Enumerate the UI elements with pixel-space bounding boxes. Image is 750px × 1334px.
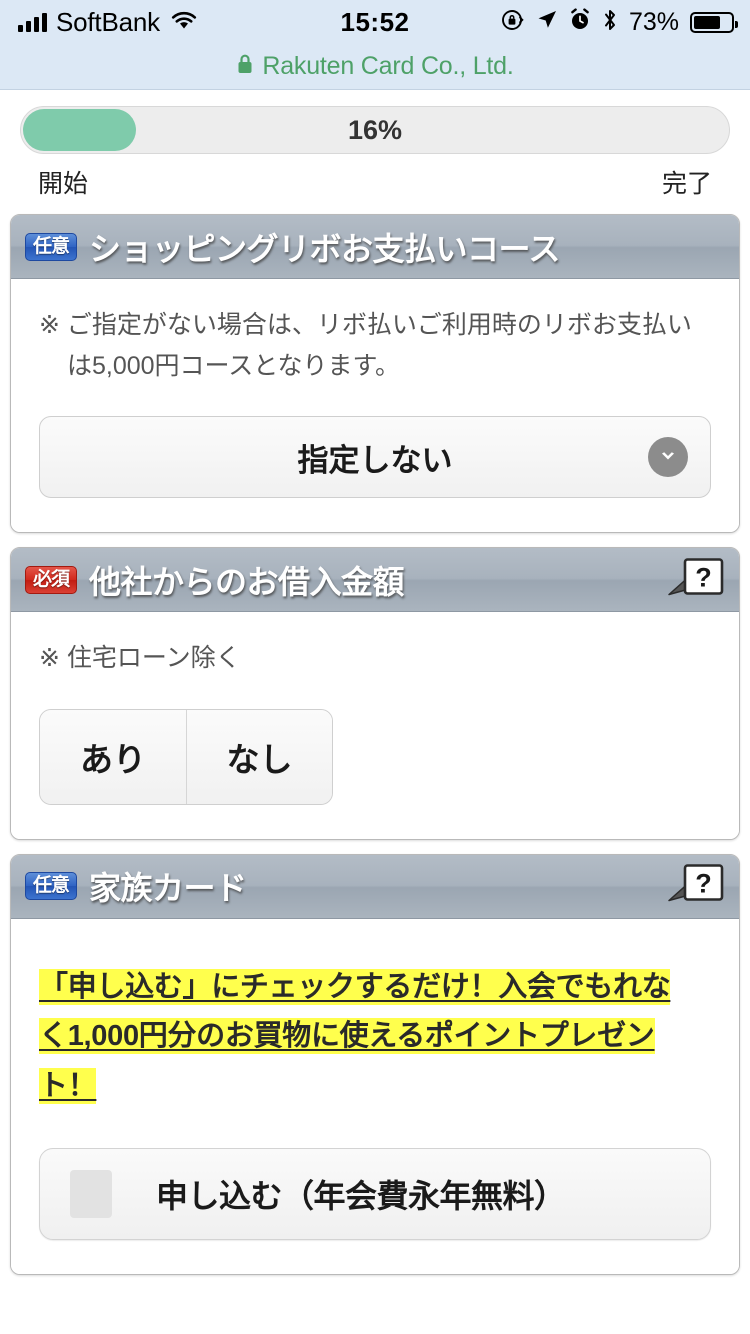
promo-line: く1,000円分のお買物に使えるポイントプレゼン [39,1018,655,1055]
status-bar-left: SoftBank [18,7,199,38]
status-bar: SoftBank 15:52 73% [0,0,750,44]
battery-percent-label: 73% [628,7,679,36]
signal-bars-icon [18,12,47,32]
location-arrow-icon [536,9,558,36]
card-title: ショッピングリボお支払いコース [89,230,560,267]
progress-bar: 16% [20,106,730,154]
card-header: 任意 ショッピングリボお支払いコース [11,215,739,279]
card-revolving-payment-course: 任意 ショッピングリボお支払いコース ※ ご指定がない場合は、リボ払いご利用時の… [10,214,740,533]
borrowing-segmented-control[interactable]: あり なし [39,708,333,805]
card-family-card: 任意 家族カード ? 「申し込む」にチェックするだけ！入会でもれな く1,000… [10,853,740,1276]
progress-percent-label: 16% [347,114,403,145]
battery-icon [690,11,738,33]
progress-section: 16% 開始 完了 [0,90,750,200]
rotation-lock-icon [501,8,525,37]
checkbox-icon[interactable] [70,1170,112,1219]
progress-endpoints: 開始 完了 [20,154,730,200]
card-body: ※ ご指定がない場合は、リボ払いご利用時のリボお支払いは5,000円コースとなり… [11,279,739,532]
card-body: 「申し込む」にチェックするだけ！入会でもれな く1,000円分のお買物に使えるポ… [11,918,739,1275]
svg-text:?: ? [695,562,712,592]
phone-screen: SoftBank 15:52 73% Rakuten Card Co., Ltd… [0,0,750,1334]
lock-icon [236,53,254,80]
wifi-icon [169,9,199,36]
progress-bar-fill [23,109,137,151]
revolving-course-select[interactable]: 指定しない [39,416,711,498]
site-title: Rakuten Card Co., Ltd. [262,52,514,80]
help-icon[interactable]: ? [665,554,725,605]
chevron-down-icon[interactable] [648,437,688,477]
required-badge: 必須 [25,565,78,594]
card-header: 必須 他社からのお借入金額 ? [11,548,739,612]
bluetooth-icon [602,8,618,37]
alarm-clock-icon [569,8,591,36]
status-bar-right: 73% [501,0,738,44]
promo-text[interactable]: 「申し込む」にチェックするだけ！入会でもれな く1,000円分のお買物に使えるポ… [39,963,711,1113]
optional-badge: 任意 [25,232,78,261]
progress-start-label: 開始 [38,170,89,198]
promo-line: 「申し込む」にチェックするだけ！入会でもれな [39,968,671,1005]
segment-yes[interactable]: あり [40,709,186,804]
card-title: 家族カード [89,870,247,906]
progress-end-label: 完了 [661,170,712,198]
checkbox-label: 申し込む（年会費永年無料） [156,1178,566,1215]
help-icon[interactable]: ? [665,861,725,912]
promo-line: ト！ [39,1068,97,1105]
optional-badge: 任意 [25,872,78,900]
card-note: ※ ご指定がない場合は、リボ払いご利用時のリボお支払いは5,000円コースとなり… [39,311,692,380]
card-body: ※ 住宅ローン除く あり なし [11,612,739,839]
segment-no[interactable]: なし [186,709,332,804]
browser-title-bar[interactable]: Rakuten Card Co., Ltd. [0,44,750,90]
carrier-label: SoftBank [56,6,160,37]
card-other-company-borrowing: 必須 他社からのお借入金額 ? ※ 住宅ローン除く あり なし [10,547,740,840]
card-title: 他社からのお借入金額 [89,563,405,600]
select-value-label: 指定しない [297,442,453,478]
card-note: ※ 住宅ローン除く [39,644,241,672]
family-card-apply-checkbox-row[interactable]: 申し込む（年会費永年無料） [39,1148,711,1241]
svg-text:?: ? [695,869,712,899]
clock-label: 15:52 [340,6,410,37]
card-header: 任意 家族カード ? [11,854,739,919]
